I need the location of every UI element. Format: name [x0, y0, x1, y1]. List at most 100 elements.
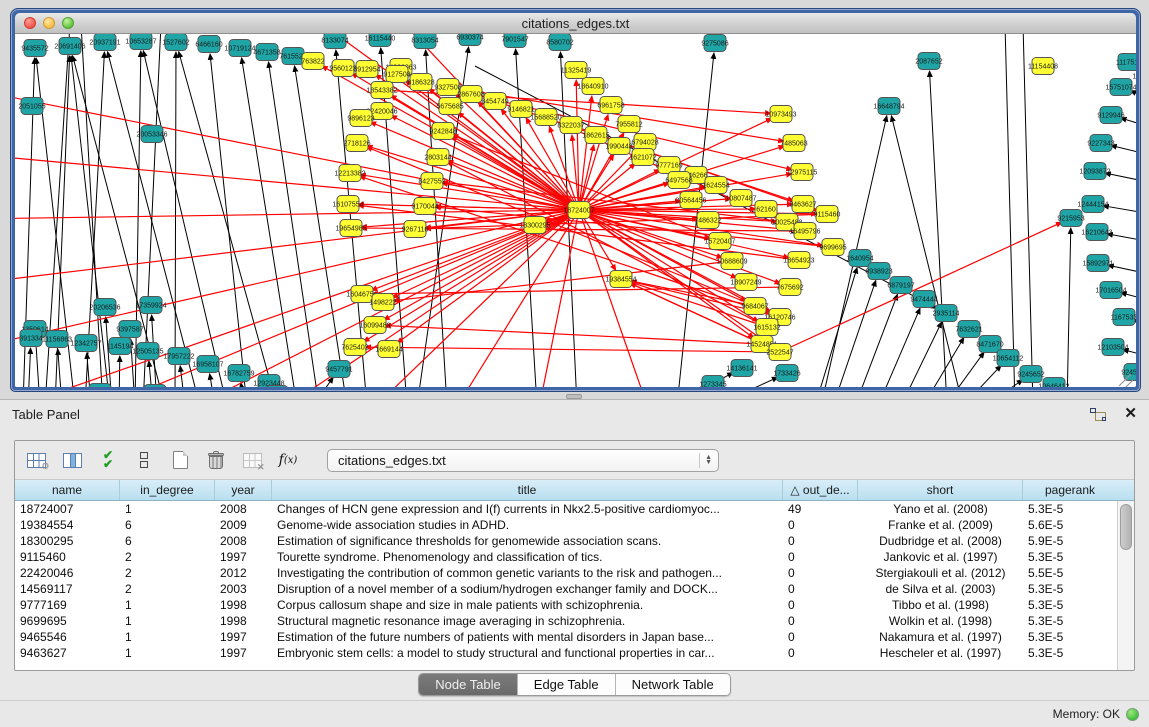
graph-node[interactable]: 15892971: [1082, 255, 1113, 272]
graph-node[interactable]: 18640910: [577, 78, 608, 95]
close-panel-icon[interactable]: ✕: [1124, 407, 1137, 421]
graph-node[interactable]: 6961758: [597, 97, 624, 114]
graph-node[interactable]: 7625402: [341, 339, 368, 356]
graph-node[interactable]: 1145194: [107, 338, 134, 355]
graph-node[interactable]: 1621072: [629, 149, 656, 166]
graph-node[interactable]: 1167533: [1111, 309, 1136, 326]
graph-node[interactable]: 8938923: [865, 263, 892, 280]
column-header-out_degree[interactable]: △ out_de...: [783, 480, 858, 500]
table-row[interactable]: 1938455462009Genome-wide association stu…: [15, 517, 1117, 533]
zoom-window-icon[interactable]: [62, 17, 74, 29]
graph-node[interactable]: 16495796: [789, 223, 820, 240]
graph-node[interactable]: 19654985: [335, 220, 366, 237]
delete-table-icon[interactable]: ✕: [241, 449, 263, 471]
graph-node[interactable]: 20937191: [89, 34, 120, 51]
graph-node[interactable]: 9215953: [1057, 210, 1084, 227]
graph-node[interactable]: 15751074: [1105, 79, 1136, 96]
graph-node[interactable]: 12213382: [334, 165, 365, 182]
graph-node[interactable]: 6497568: [665, 172, 692, 189]
graph-node[interactable]: 6930374: [456, 34, 483, 46]
graph-node[interactable]: 9474444: [910, 291, 937, 308]
graph-node[interactable]: 8133074: [321, 34, 348, 49]
graph-node[interactable]: 8427552: [418, 173, 445, 190]
graph-node[interactable]: 9170044: [411, 198, 438, 215]
graph-node[interactable]: 20053346: [136, 126, 167, 143]
graph-node[interactable]: 17016504: [1095, 282, 1126, 299]
column-header-name[interactable]: name: [15, 480, 120, 500]
graph-node[interactable]: 14136141: [726, 360, 757, 377]
graph-node[interactable]: 16958107: [192, 356, 223, 373]
table-row[interactable]: 946554611997Estimation of the future num…: [15, 629, 1117, 645]
graph-node[interactable]: 2803144: [424, 149, 451, 166]
graph-node[interactable]: 9267110: [402, 221, 429, 238]
graph-node[interactable]: 8580702: [546, 34, 573, 51]
column-header-in_degree[interactable]: in_degree: [120, 480, 215, 500]
graph-node[interactable]: 7486322: [694, 212, 721, 229]
table-source-dropdown[interactable]: citations_edges.txt ▲▼: [327, 449, 719, 472]
graph-node[interactable]: 17957222: [163, 348, 194, 365]
graph-node[interactable]: 10719124: [224, 40, 255, 57]
graph-node[interactable]: 9435572: [21, 40, 48, 57]
graph-node[interactable]: 7632621: [955, 321, 982, 338]
table-scrollbar[interactable]: [1117, 501, 1134, 670]
graph-node[interactable]: 16210643: [1081, 224, 1112, 241]
graph-node[interactable]: 16115440: [365, 34, 396, 47]
graph-node[interactable]: 18907249: [730, 274, 761, 291]
graph-node[interactable]: 4671358: [253, 44, 280, 61]
graph-node[interactable]: 10807487: [725, 190, 756, 207]
scrollbar-thumb[interactable]: [1120, 504, 1132, 550]
graph-node[interactable]: 7675692: [776, 279, 803, 296]
table-row[interactable]: 969969511998Structural magnetic resonanc…: [15, 613, 1117, 629]
graph-node[interactable]: 8912954: [353, 61, 380, 78]
column-header-short[interactable]: short: [858, 480, 1023, 500]
graph-node[interactable]: 20691406: [54, 38, 85, 55]
graph-node[interactable]: 9397587: [116, 321, 143, 338]
graph-node[interactable]: 9457791: [325, 361, 352, 378]
show-columns-icon[interactable]: [61, 449, 83, 471]
select-functions-icon[interactable]: ✔✔: [97, 449, 119, 471]
function-builder-icon[interactable]: f(x): [277, 449, 299, 471]
graph-node[interactable]: 12093872: [1079, 163, 1110, 180]
graph-node[interactable]: 19384554: [605, 271, 636, 288]
graph-node[interactable]: 1273345: [699, 376, 726, 388]
graph-node[interactable]: 20564456: [675, 192, 706, 209]
graph-node[interactable]: 12342757: [70, 335, 101, 352]
graph-node[interactable]: 1862615: [582, 127, 609, 144]
graph-node[interactable]: 1913448: [141, 385, 168, 388]
graph-node[interactable]: 9699695: [819, 239, 846, 256]
graph-node[interactable]: 1498222: [369, 294, 396, 311]
graph-node[interactable]: 10646412: [1038, 378, 1069, 388]
graph-node[interactable]: 1117514: [1116, 54, 1136, 71]
table-row[interactable]: 977716911998Corpus callosum shape and si…: [15, 597, 1117, 613]
tab-node-table[interactable]: Node Table: [419, 674, 518, 695]
graph-node[interactable]: 18724007: [563, 202, 594, 219]
graph-node[interactable]: 9896123: [347, 110, 374, 127]
graph-node[interactable]: 1669144: [375, 341, 402, 358]
graph-node[interactable]: 7955812: [615, 116, 642, 133]
graph-node[interactable]: 5675685: [436, 98, 463, 115]
graph-node[interactable]: 18654923: [783, 252, 814, 269]
graph-node[interactable]: 9245652: [1017, 366, 1044, 383]
graph-node[interactable]: 1527602: [162, 34, 189, 51]
graph-node[interactable]: 1624554: [702, 177, 729, 194]
row-selector-icon[interactable]: [133, 449, 155, 471]
graph-node[interactable]: 16107554: [332, 196, 363, 213]
table-row[interactable]: 2242004622012Investigating the contribut…: [15, 565, 1117, 581]
graph-node[interactable]: 2935114: [933, 305, 960, 322]
graph-node[interactable]: 9275086: [701, 35, 728, 52]
graph-node[interactable]: 6466160: [195, 36, 222, 53]
memory-status-indicator[interactable]: [1126, 708, 1139, 721]
graph-node[interactable]: 15720407: [704, 233, 735, 250]
graph-node[interactable]: 18543382: [366, 82, 397, 99]
graph-node[interactable]: 8186328: [407, 74, 434, 91]
graph-node[interactable]: 12975115: [787, 164, 818, 181]
graph-node[interactable]: 62160: [755, 201, 777, 218]
column-header-pagerank[interactable]: pagerank: [1023, 480, 1117, 500]
graph-node[interactable]: 10653287: [125, 34, 156, 50]
table-row[interactable]: 911546021997Tourette syndrome. Phenomeno…: [15, 549, 1117, 565]
network-canvas[interactable]: 9435572 2069140620937191 10653287 1527602 64…: [15, 34, 1136, 387]
graph-node[interactable]: 2520651: [86, 384, 113, 388]
graph-node[interactable]: 7901547: [501, 34, 528, 48]
table-row[interactable]: 1830029562008Estimation of significance …: [15, 533, 1117, 549]
table-row[interactable]: 946362711997Embryonic stem cells: a mode…: [15, 645, 1117, 661]
